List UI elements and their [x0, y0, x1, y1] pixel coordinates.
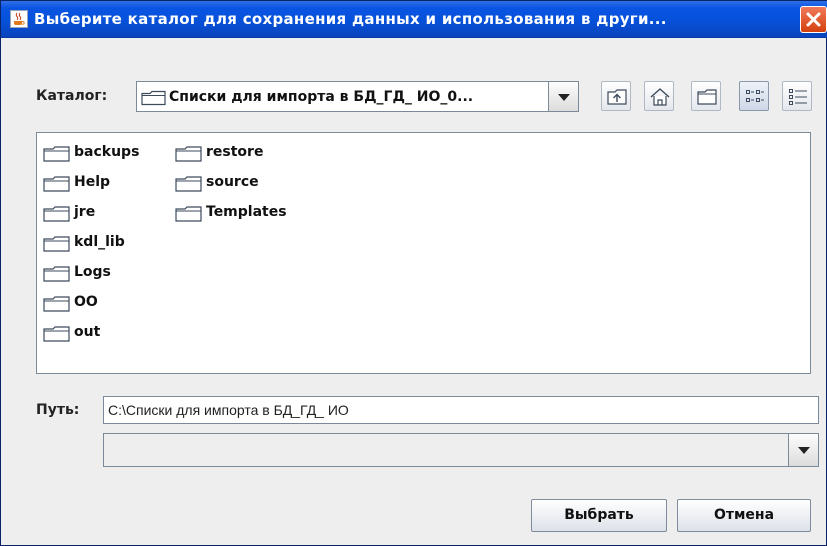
list-item-label: out — [74, 324, 101, 340]
path-input[interactable] — [104, 397, 818, 423]
cancel-button[interactable]: Отмена — [677, 499, 811, 532]
lookin-value: Списки для импорта в БД_ГД_ ИО_0... — [169, 89, 474, 105]
home-icon — [650, 88, 670, 106]
list-item-label: source — [206, 174, 259, 190]
folder-icon — [43, 176, 70, 192]
list-item-label: backups — [74, 144, 140, 160]
lookin-combo[interactable]: Списки для импорта в БД_ГД_ ИО_0... — [136, 81, 579, 112]
file-chooser-dialog: Выберите каталог для сохранения данных и… — [0, 0, 827, 546]
list-view-button[interactable] — [739, 81, 769, 111]
title-bar[interactable]: Выберите каталог для сохранения данных и… — [1, 1, 827, 38]
lookin-dropdown-arrow[interactable] — [548, 82, 578, 111]
close-icon — [806, 12, 821, 27]
list-item-label: Logs — [74, 264, 111, 280]
folder-icon — [43, 326, 70, 342]
path-label: Путь: — [36, 402, 80, 418]
select-button[interactable]: Выбрать — [531, 499, 667, 532]
file-list[interactable]: backups Help jre kdl_lib Logs OO out res… — [36, 132, 811, 374]
list-item-label: OO — [74, 294, 98, 310]
folder-icon — [43, 296, 70, 312]
home-button[interactable] — [644, 81, 674, 111]
java-cup-icon — [10, 10, 28, 28]
window-title: Выберите каталог для сохранения данных и… — [34, 10, 667, 28]
list-item-label: Templates — [206, 204, 287, 220]
folder-icon — [43, 206, 70, 222]
details-view-button[interactable] — [782, 81, 812, 111]
new-folder-icon — [697, 89, 717, 105]
folder-icon — [43, 266, 70, 282]
filter-combo[interactable] — [103, 433, 819, 467]
filter-dropdown-arrow[interactable] — [788, 434, 818, 466]
up-one-level-button[interactable] — [601, 81, 631, 111]
up-one-level-icon — [607, 89, 627, 105]
chevron-down-icon — [558, 93, 570, 101]
list-view-icon — [746, 90, 764, 102]
path-field[interactable] — [103, 396, 819, 424]
new-folder-button[interactable] — [691, 81, 721, 111]
folder-icon — [175, 176, 202, 192]
close-button[interactable] — [800, 6, 827, 33]
details-view-icon — [789, 89, 807, 105]
folder-icon — [175, 206, 202, 222]
lookin-label: Каталог: — [36, 88, 108, 104]
list-item-label: jre — [74, 204, 96, 220]
folder-icon — [43, 236, 70, 252]
list-item-label: kdl_lib — [74, 234, 125, 250]
folder-icon — [175, 146, 202, 162]
folder-icon — [141, 90, 166, 106]
list-item-label: restore — [206, 144, 264, 160]
folder-icon — [43, 146, 70, 162]
chevron-down-icon — [798, 447, 810, 454]
list-item-label: Help — [74, 174, 111, 190]
